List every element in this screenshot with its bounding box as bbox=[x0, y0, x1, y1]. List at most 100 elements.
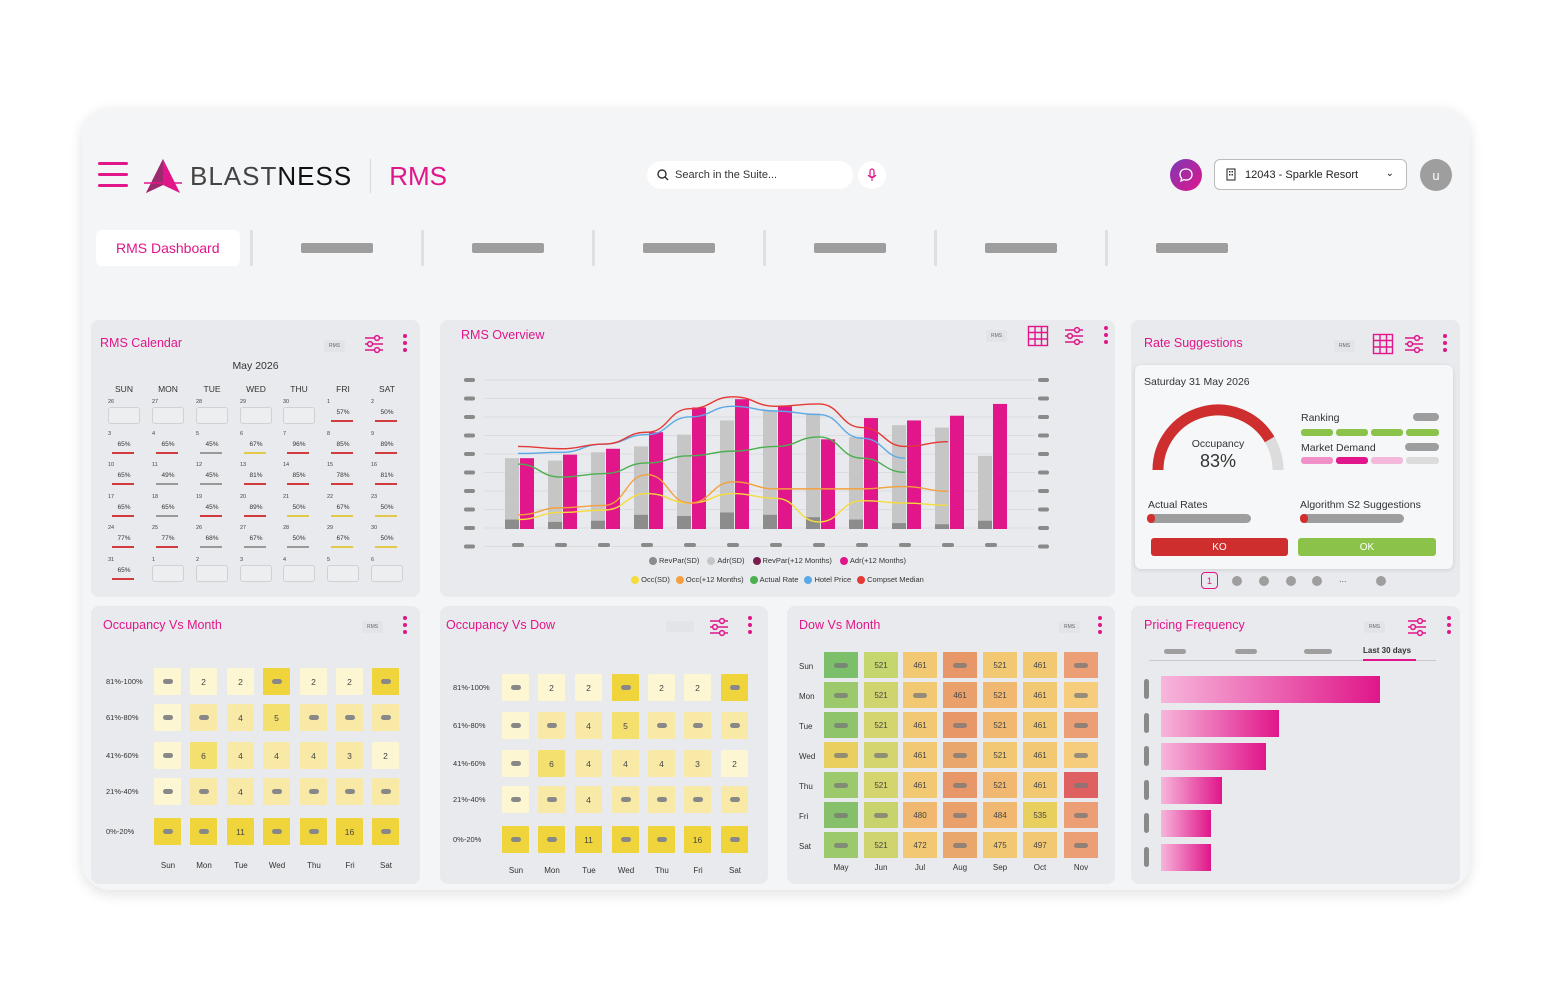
heatmap-cell[interactable] bbox=[502, 826, 529, 853]
heatmap-cell[interactable] bbox=[1064, 772, 1098, 798]
period-tab[interactable] bbox=[1304, 649, 1332, 654]
heatmap-cell[interactable] bbox=[903, 682, 937, 708]
heatmap-cell[interactable]: 3 bbox=[684, 750, 711, 777]
heatmap-cell[interactable] bbox=[824, 832, 858, 858]
heatmap-cell[interactable]: 472 bbox=[903, 832, 937, 858]
calendar-day-value[interactable]: 49% bbox=[152, 472, 184, 479]
hotel-selector[interactable]: 12043 - Sparkle Resort ⌄ bbox=[1214, 159, 1407, 190]
heatmap-cell[interactable]: 461 bbox=[1023, 742, 1057, 768]
calendar-day-value[interactable]: 50% bbox=[283, 535, 315, 542]
ok-button[interactable]: OK bbox=[1298, 538, 1436, 556]
heatmap-cell[interactable] bbox=[154, 704, 181, 731]
heatmap-cell[interactable]: 461 bbox=[903, 772, 937, 798]
calendar-day-value[interactable]: 67% bbox=[240, 441, 272, 448]
heatmap-cell[interactable] bbox=[864, 742, 898, 768]
heatmap-cell[interactable]: 2 bbox=[300, 668, 327, 695]
more-options-icon[interactable] bbox=[747, 616, 753, 636]
calendar-day-cell[interactable] bbox=[152, 407, 184, 424]
heatmap-cell[interactable]: 3 bbox=[336, 742, 363, 769]
calendar-day-value[interactable]: 45% bbox=[196, 441, 228, 448]
heatmap-cell[interactable]: 2 bbox=[372, 742, 399, 769]
heatmap-cell[interactable] bbox=[648, 826, 675, 853]
more-options-icon[interactable] bbox=[402, 616, 408, 636]
calendar-day-value[interactable]: 67% bbox=[327, 535, 359, 542]
heatmap-cell[interactable] bbox=[943, 802, 977, 828]
heatmap-cell[interactable] bbox=[612, 674, 639, 701]
heatmap-cell[interactable]: 5 bbox=[612, 712, 639, 739]
frequency-bar[interactable] bbox=[1161, 743, 1267, 770]
page-dot[interactable] bbox=[1259, 576, 1269, 586]
tab-placeholder[interactable] bbox=[424, 230, 592, 266]
heatmap-cell[interactable]: 4 bbox=[575, 712, 602, 739]
page-dot[interactable] bbox=[1376, 576, 1386, 586]
heatmap-cell[interactable] bbox=[154, 778, 181, 805]
heatmap-cell[interactable]: 11 bbox=[227, 818, 254, 845]
heatmap-cell[interactable]: 2 bbox=[190, 668, 217, 695]
heatmap-cell[interactable] bbox=[190, 818, 217, 845]
heatmap-cell[interactable]: 2 bbox=[684, 674, 711, 701]
table-icon[interactable] bbox=[1372, 333, 1394, 355]
calendar-day-cell[interactable] bbox=[327, 564, 359, 582]
heatmap-cell[interactable]: 521 bbox=[864, 832, 898, 858]
calendar-day-value[interactable]: 89% bbox=[371, 441, 403, 448]
heatmap-cell[interactable] bbox=[372, 818, 399, 845]
calendar-day-value[interactable]: 65% bbox=[108, 567, 140, 574]
heatmap-cell[interactable]: 521 bbox=[983, 742, 1017, 768]
heatmap-cell[interactable]: 4 bbox=[648, 750, 675, 777]
tab-placeholder[interactable] bbox=[1108, 230, 1276, 266]
heatmap-cell[interactable] bbox=[263, 818, 290, 845]
heatmap-cell[interactable]: 16 bbox=[336, 818, 363, 845]
filter-icon[interactable] bbox=[708, 616, 730, 638]
calendar-day-value[interactable]: 78% bbox=[327, 472, 359, 479]
frequency-bar[interactable] bbox=[1161, 676, 1380, 703]
calendar-day-value[interactable]: 45% bbox=[196, 472, 228, 479]
heatmap-cell[interactable] bbox=[263, 778, 290, 805]
heatmap-cell[interactable] bbox=[538, 826, 565, 853]
heatmap-cell[interactable] bbox=[943, 772, 977, 798]
heatmap-cell[interactable]: 6 bbox=[190, 742, 217, 769]
ko-button[interactable]: KO bbox=[1151, 538, 1288, 556]
heatmap-cell[interactable]: 461 bbox=[1023, 712, 1057, 738]
calendar-day-cell[interactable] bbox=[283, 407, 315, 424]
menu-icon[interactable] bbox=[98, 162, 128, 188]
heatmap-cell[interactable]: 521 bbox=[864, 682, 898, 708]
calendar-day-cell[interactable] bbox=[240, 564, 272, 582]
heatmap-cell[interactable] bbox=[864, 802, 898, 828]
heatmap-cell[interactable] bbox=[190, 778, 217, 805]
heatmap-cell[interactable] bbox=[336, 778, 363, 805]
heatmap-cell[interactable] bbox=[372, 704, 399, 731]
calendar-day-value[interactable]: 50% bbox=[371, 504, 403, 511]
calendar-day-value[interactable]: 50% bbox=[283, 504, 315, 511]
heatmap-cell[interactable]: 521 bbox=[983, 712, 1017, 738]
heatmap-cell[interactable] bbox=[943, 712, 977, 738]
heatmap-cell[interactable]: 497 bbox=[1023, 832, 1057, 858]
calendar-day-value[interactable]: 96% bbox=[283, 441, 315, 448]
tab-rms-dashboard[interactable]: RMS Dashboard bbox=[96, 230, 240, 266]
microphone-button[interactable] bbox=[858, 161, 886, 189]
calendar-day-value[interactable]: 57% bbox=[327, 409, 359, 416]
filter-icon[interactable] bbox=[1403, 333, 1425, 355]
more-options-icon[interactable] bbox=[1442, 334, 1448, 354]
page-dot[interactable] bbox=[1286, 576, 1296, 586]
calendar-day-value[interactable]: 85% bbox=[327, 441, 359, 448]
heatmap-cell[interactable]: 461 bbox=[1023, 772, 1057, 798]
frequency-bar[interactable] bbox=[1161, 776, 1223, 804]
heatmap-cell[interactable] bbox=[154, 668, 181, 695]
heatmap-cell[interactable]: 4 bbox=[575, 750, 602, 777]
frequency-bar[interactable] bbox=[1161, 810, 1212, 837]
heatmap-cell[interactable]: 2 bbox=[721, 750, 748, 777]
filter-icon[interactable] bbox=[1406, 616, 1428, 638]
heatmap-cell[interactable] bbox=[721, 674, 748, 701]
calendar-day-value[interactable]: 77% bbox=[152, 535, 184, 542]
calendar-day-value[interactable]: 77% bbox=[108, 535, 140, 542]
chat-button[interactable] bbox=[1170, 159, 1202, 191]
heatmap-cell[interactable] bbox=[721, 826, 748, 853]
calendar-day-value[interactable]: 65% bbox=[152, 504, 184, 511]
heatmap-cell[interactable]: 2 bbox=[575, 674, 602, 701]
heatmap-cell[interactable]: 4 bbox=[612, 750, 639, 777]
calendar-day-cell[interactable] bbox=[152, 564, 184, 582]
calendar-day-value[interactable]: 81% bbox=[371, 472, 403, 479]
heatmap-cell[interactable] bbox=[263, 668, 290, 695]
heatmap-cell[interactable]: 521 bbox=[983, 652, 1017, 678]
calendar-day-cell[interactable] bbox=[283, 564, 315, 582]
